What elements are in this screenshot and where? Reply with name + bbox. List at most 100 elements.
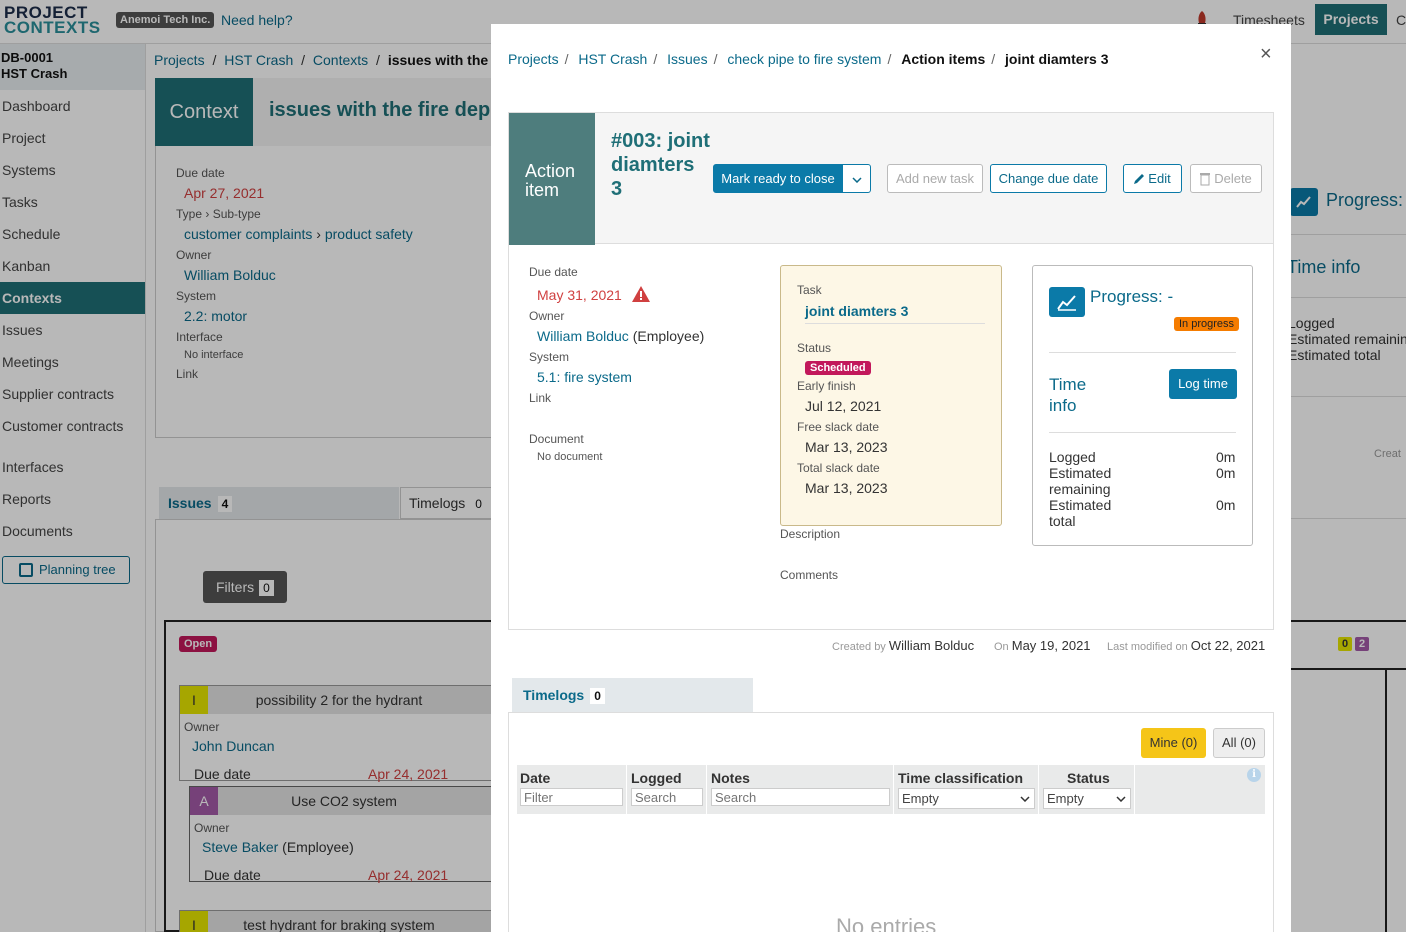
est-total-label: Estimated total: [1049, 497, 1112, 529]
owner-label: Owner: [529, 309, 565, 323]
chevron-down-icon: [1116, 796, 1126, 802]
time-info-label: Time info: [1049, 375, 1087, 415]
owner-link[interactable]: William Bolduc: [537, 328, 629, 344]
status-label: Status: [797, 341, 832, 355]
change-due-date-button[interactable]: Change due date: [990, 164, 1107, 193]
notes-search-input[interactable]: [711, 788, 890, 806]
crumb-projects[interactable]: Projects: [508, 51, 559, 67]
total-slack-label: Total slack date: [797, 461, 880, 475]
status-select[interactable]: Empty: [1043, 788, 1131, 809]
col-logged: Logged: [628, 765, 707, 814]
col-status-label: Status: [1067, 770, 1110, 786]
created-on-value: May 19, 2021: [1011, 638, 1091, 653]
comments-label: Comments: [780, 568, 839, 582]
task-panel: Task joint diamters 3 Status Scheduled E…: [780, 265, 1002, 526]
col-notes: Notes: [708, 765, 894, 814]
crumb-project[interactable]: HST Crash: [578, 51, 647, 67]
progress-label: Progress: -: [1090, 287, 1174, 306]
warning-icon: [631, 286, 650, 302]
col-date-label: Date: [520, 770, 551, 786]
no-entries-message: No entries: [836, 914, 937, 932]
link-label: Link: [529, 391, 552, 405]
created-by-value: William Bolduc: [888, 638, 975, 653]
description-label: Description: [780, 527, 841, 541]
trash-icon: [1200, 173, 1210, 186]
time-classification-selected: Empty: [902, 791, 939, 806]
modified-value: Oct 22, 2021: [1190, 638, 1266, 653]
status-badge: Scheduled: [805, 361, 871, 375]
created-by-label: Created by: [832, 641, 886, 653]
col-status: Status Empty: [1040, 765, 1135, 814]
delete-label: Delete: [1214, 171, 1252, 186]
col-date: Date: [517, 765, 627, 814]
progress-panel: Progress: - In progress Time info Log ti…: [1032, 265, 1253, 546]
divider: [1049, 352, 1236, 353]
action-item-header: Action item #003: joint diamters 3 Mark …: [508, 112, 1274, 245]
logged-label: Logged: [1049, 449, 1096, 465]
free-slack-label: Free slack date: [797, 420, 880, 434]
pencil-icon: [1134, 174, 1144, 184]
early-finish-label: Early finish: [797, 379, 856, 393]
edit-label: Edit: [1148, 171, 1171, 186]
crumb-issue[interactable]: check pipe to fire system: [727, 51, 881, 67]
divider: [1049, 432, 1236, 433]
document-value: No document: [537, 451, 603, 463]
total-slack-value: Mar 13, 2023: [805, 480, 888, 496]
edit-button[interactable]: Edit: [1123, 164, 1182, 193]
task-link[interactable]: joint diamters 3: [805, 303, 985, 324]
mark-ready-button[interactable]: Mark ready to close: [713, 164, 843, 193]
system-link[interactable]: 5.1: fire system: [537, 369, 759, 385]
logged-value: 0m: [1216, 449, 1236, 465]
est-remaining-label: Estimated remaining: [1049, 465, 1112, 497]
crumb-action-items[interactable]: Action items: [901, 51, 985, 67]
tab-timelogs-label: Timelogs: [523, 687, 585, 703]
add-task-button[interactable]: Add new task: [887, 164, 983, 193]
progress-status-badge: In progress: [1174, 317, 1240, 331]
status-selected: Empty: [1047, 791, 1084, 806]
col-time-classification: Time classification Empty: [895, 765, 1039, 814]
modified-on: Last modified on Oct 22, 2021: [1107, 638, 1265, 653]
chevron-down-icon: [1020, 796, 1030, 802]
est-remaining-value: 0m: [1216, 465, 1236, 481]
created-on-label: On: [994, 641, 1009, 653]
log-time-button[interactable]: Log time: [1169, 369, 1237, 399]
time-labels: Logged Estimated remaining Estimated tot…: [1049, 449, 1119, 529]
owner-role: (Employee): [632, 328, 705, 344]
created-by: Created by William Bolduc: [832, 638, 974, 653]
action-item-title: #003: joint diamters 3: [611, 130, 710, 200]
all-filter-button[interactable]: All (0): [1213, 728, 1265, 758]
close-icon[interactable]: ×: [1260, 43, 1272, 66]
time-values: 0m 0m 0m: [1216, 449, 1235, 513]
time-classification-select[interactable]: Empty: [898, 788, 1035, 809]
col-time-classification-label: Time classification: [898, 770, 1024, 786]
action-item-label: Action item: [509, 113, 595, 245]
free-slack-value: Mar 13, 2023: [805, 439, 888, 455]
info-icon[interactable]: i: [1247, 768, 1261, 782]
due-date-value: May 31, 2021: [537, 287, 622, 303]
date-filter-input[interactable]: [520, 788, 623, 806]
crumb-issues[interactable]: Issues: [667, 51, 707, 67]
document-label: Document: [529, 432, 584, 446]
est-total-value: 0m: [1216, 497, 1236, 513]
chart-icon: [1049, 287, 1085, 317]
crumb-current: joint diamters 3: [1005, 51, 1109, 67]
chevron-down-icon[interactable]: [842, 164, 871, 193]
due-date-row: May 31, 2021: [537, 284, 759, 303]
logged-search-input[interactable]: [631, 788, 703, 806]
col-notes-label: Notes: [711, 770, 750, 786]
created-on: On May 19, 2021: [994, 638, 1091, 653]
system-label: System: [529, 350, 570, 364]
timelogs-table-header: Date Logged Notes Time classification Emp…: [517, 765, 1265, 814]
tab-timelogs[interactable]: Timelogs 0: [512, 678, 753, 712]
timelogs-count: 0: [590, 688, 605, 704]
detail-fields: Due date May 31, 2021 Owner William Bold…: [529, 265, 759, 469]
col-logged-label: Logged: [631, 770, 682, 786]
modal-breadcrumb: Projects / HST Crash / Issues / check pipe …: [508, 51, 1109, 67]
delete-button[interactable]: Delete: [1190, 164, 1262, 193]
action-item-modal: Projects / HST Crash / Issues / check pipe …: [491, 24, 1291, 932]
early-finish-value: Jul 12, 2021: [805, 398, 882, 414]
due-date-label: Due date: [529, 265, 578, 279]
mine-filter-button[interactable]: Mine (0): [1141, 728, 1206, 758]
modified-label: Last modified on: [1107, 641, 1188, 653]
task-label: Task: [797, 283, 822, 297]
